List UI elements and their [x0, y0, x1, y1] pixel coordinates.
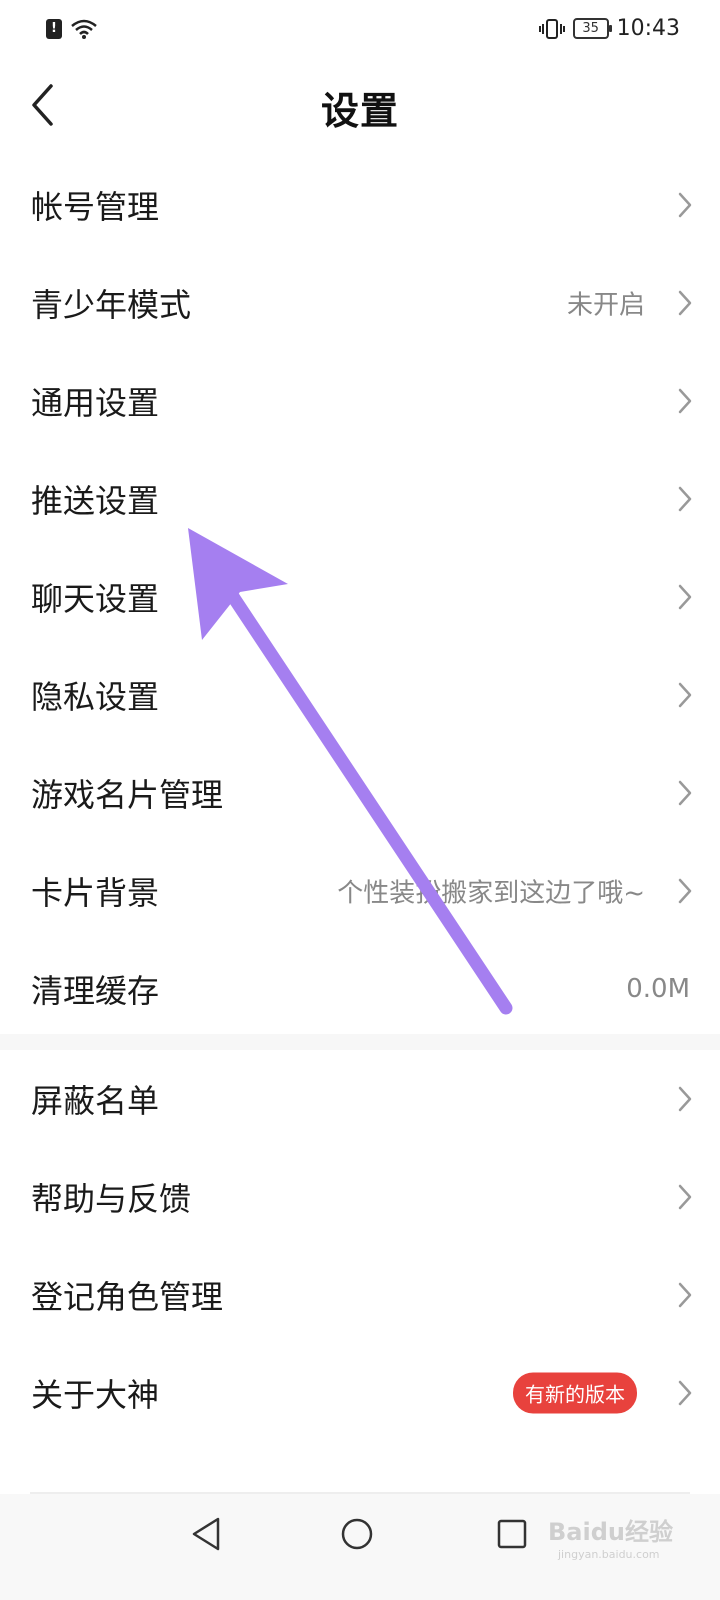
status-left: ! — [46, 18, 98, 40]
chevron-right-icon — [678, 780, 692, 806]
row-chat-settings[interactable]: 聊天设置 — [0, 548, 720, 646]
nav-home-button[interactable] — [340, 1516, 374, 1556]
row-youth-mode[interactable]: 青少年模式 未开启 — [0, 254, 720, 352]
header: 设置 — [0, 62, 720, 148]
chevron-right-icon — [678, 1282, 692, 1308]
battery-icon: 35 — [572, 18, 612, 39]
chevron-right-icon — [678, 290, 692, 316]
row-push-settings[interactable]: 推送设置 — [0, 450, 720, 548]
row-label: 关于大神 — [31, 1376, 160, 1414]
vibrate-icon — [538, 18, 565, 40]
row-about[interactable]: 关于大神 有新的版本 — [0, 1344, 720, 1442]
chevron-right-icon — [678, 1380, 692, 1406]
watermark-logo: Baidu经验 — [548, 1518, 673, 1546]
chevron-right-icon — [678, 388, 692, 414]
row-label: 聊天设置 — [31, 580, 160, 618]
wifi-icon — [70, 18, 98, 40]
settings-group-2: 屏蔽名单 帮助与反馈 登记角色管理 关于大神 有新的版本 — [0, 1050, 720, 1442]
watermark-url: jingyan.baidu.com — [558, 1548, 660, 1561]
row-help-feedback[interactable]: 帮助与反馈 — [0, 1148, 720, 1246]
row-value: 未开启 — [566, 290, 645, 321]
system-nav-bar: Baidu经验 jingyan.baidu.com — [0, 1494, 720, 1600]
nav-back-button[interactable] — [190, 1516, 222, 1556]
chevron-right-icon — [678, 682, 692, 708]
row-label: 卡片背景 — [31, 874, 160, 912]
row-label: 帮助与反馈 — [31, 1180, 192, 1218]
chevron-right-icon — [678, 878, 692, 904]
chevron-right-icon — [678, 1184, 692, 1210]
square-recent-icon — [497, 1519, 527, 1549]
status-right: 35 10:43 — [538, 16, 680, 41]
row-label: 游戏名片管理 — [31, 776, 224, 814]
row-value: 个性装扮搬家到这边了哦~ — [337, 878, 645, 909]
circle-home-icon — [341, 1518, 373, 1550]
row-label: 隐私设置 — [31, 678, 160, 716]
sim-alert-icon: ! — [46, 19, 62, 39]
triangle-back-icon — [192, 1517, 220, 1551]
row-label: 推送设置 — [31, 482, 160, 520]
status-time: 10:43 — [616, 16, 680, 41]
chevron-right-icon — [678, 192, 692, 218]
chevron-right-icon — [678, 584, 692, 610]
row-block-list[interactable]: 屏蔽名单 — [0, 1050, 720, 1148]
chevron-right-icon — [678, 1086, 692, 1112]
chevron-right-icon — [678, 486, 692, 512]
row-clear-cache[interactable]: 清理缓存 0.0M — [0, 940, 720, 1038]
row-privacy-settings[interactable]: 隐私设置 — [0, 646, 720, 744]
row-role-registration[interactable]: 登记角色管理 — [0, 1246, 720, 1344]
row-label: 通用设置 — [31, 384, 160, 422]
row-label: 青少年模式 — [31, 286, 192, 324]
row-account-management[interactable]: 帐号管理 — [0, 156, 720, 254]
nav-recent-button[interactable] — [496, 1518, 528, 1554]
page-title: 设置 — [320, 89, 399, 133]
new-version-badge: 有新的版本 — [513, 1372, 637, 1414]
row-label: 清理缓存 — [31, 972, 160, 1010]
status-bar: ! 35 10:43 — [0, 0, 720, 62]
section-separator — [0, 1034, 720, 1050]
row-label: 帐号管理 — [31, 188, 160, 226]
settings-group-1: 帐号管理 青少年模式 未开启 通用设置 推送设置 聊天设置 隐私设置 游戏名片管… — [0, 156, 720, 1038]
row-card-background[interactable]: 卡片背景 个性装扮搬家到这边了哦~ — [0, 842, 720, 940]
row-label: 登记角色管理 — [31, 1278, 224, 1316]
row-game-card-management[interactable]: 游戏名片管理 — [0, 744, 720, 842]
cache-size-value: 0.0M — [626, 974, 690, 1004]
row-general-settings[interactable]: 通用设置 — [0, 352, 720, 450]
row-label: 屏蔽名单 — [31, 1082, 160, 1120]
